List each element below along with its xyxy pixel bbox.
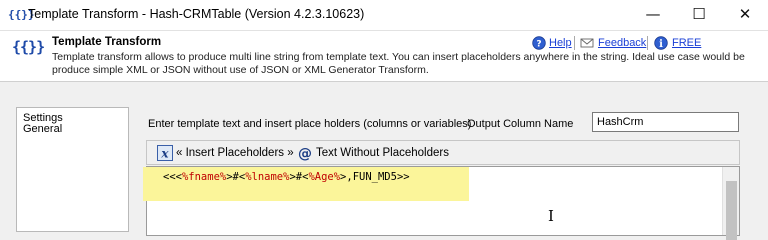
template-editor[interactable]: <<<%fname%>#<%lname%>#<%Age%>,FUN_MD5>> …: [143, 166, 740, 240]
help-icon[interactable]: ?: [532, 36, 546, 50]
tree-item-general[interactable]: General: [23, 124, 128, 135]
output-column-label: Output Column Name: [467, 118, 574, 130]
feedback-link[interactable]: Feedback: [598, 37, 646, 49]
text-without-placeholders-button[interactable]: @ Text Without Placeholders: [297, 143, 449, 163]
svg-text:@: @: [298, 146, 312, 161]
variable-x-icon: x: [157, 145, 173, 161]
at-sign-icon: @: [298, 146, 312, 161]
code-text: >#<: [226, 171, 246, 183]
free-link[interactable]: FREE: [672, 37, 701, 49]
header-description: Template transform allows to produce mul…: [52, 51, 745, 76]
settings-tree: Settings General: [16, 107, 129, 232]
vertical-scrollbar[interactable]: [722, 167, 739, 240]
separator: [647, 36, 648, 50]
close-button[interactable]: ✕: [722, 0, 768, 30]
placeholder-token: %lname%: [245, 171, 290, 183]
template-icon: {{}}: [12, 38, 45, 56]
svg-text:i: i: [659, 39, 663, 50]
placeholder-token: %Age%: [308, 171, 341, 183]
code-text: >,FUN_MD5>>: [340, 171, 410, 183]
title-bar: {{}} Template Transform - Hash-CRMTable …: [0, 0, 768, 30]
svg-text:?: ?: [536, 40, 541, 50]
separator: [574, 36, 575, 50]
insert-placeholders-button[interactable]: x « Insert Placeholders »: [157, 143, 294, 163]
template-code: <<<%fname%>#<%lname%>#<%Age%>,FUN_MD5>>: [163, 171, 410, 183]
insert-placeholders-label: « Insert Placeholders »: [176, 147, 294, 159]
svg-text:x: x: [160, 147, 169, 161]
scrollbar-thumb[interactable]: [726, 181, 737, 240]
header-panel: {{}} Template Transform Template transfo…: [0, 30, 768, 82]
placeholder-token: %fname%: [181, 171, 227, 183]
instruction-label: Enter template text and insert place hol…: [148, 118, 472, 130]
feedback-icon[interactable]: [580, 36, 594, 50]
minimize-button[interactable]: —: [630, 0, 676, 30]
editor-toolbar: x « Insert Placeholders » @ Text Without…: [146, 140, 740, 165]
code-text: >#<: [289, 171, 309, 183]
header-title: Template Transform: [52, 36, 162, 48]
maximize-button[interactable]: ☐: [676, 0, 722, 30]
info-icon[interactable]: i: [654, 36, 668, 50]
output-column-input[interactable]: HashCrm: [592, 112, 739, 132]
text-without-placeholders-label: Text Without Placeholders: [316, 147, 449, 159]
code-text: <<<: [163, 171, 182, 183]
help-link[interactable]: Help: [549, 37, 572, 49]
window-title: Template Transform - Hash-CRMTable (Vers…: [28, 7, 365, 21]
text-cursor-icon: I: [548, 207, 554, 225]
